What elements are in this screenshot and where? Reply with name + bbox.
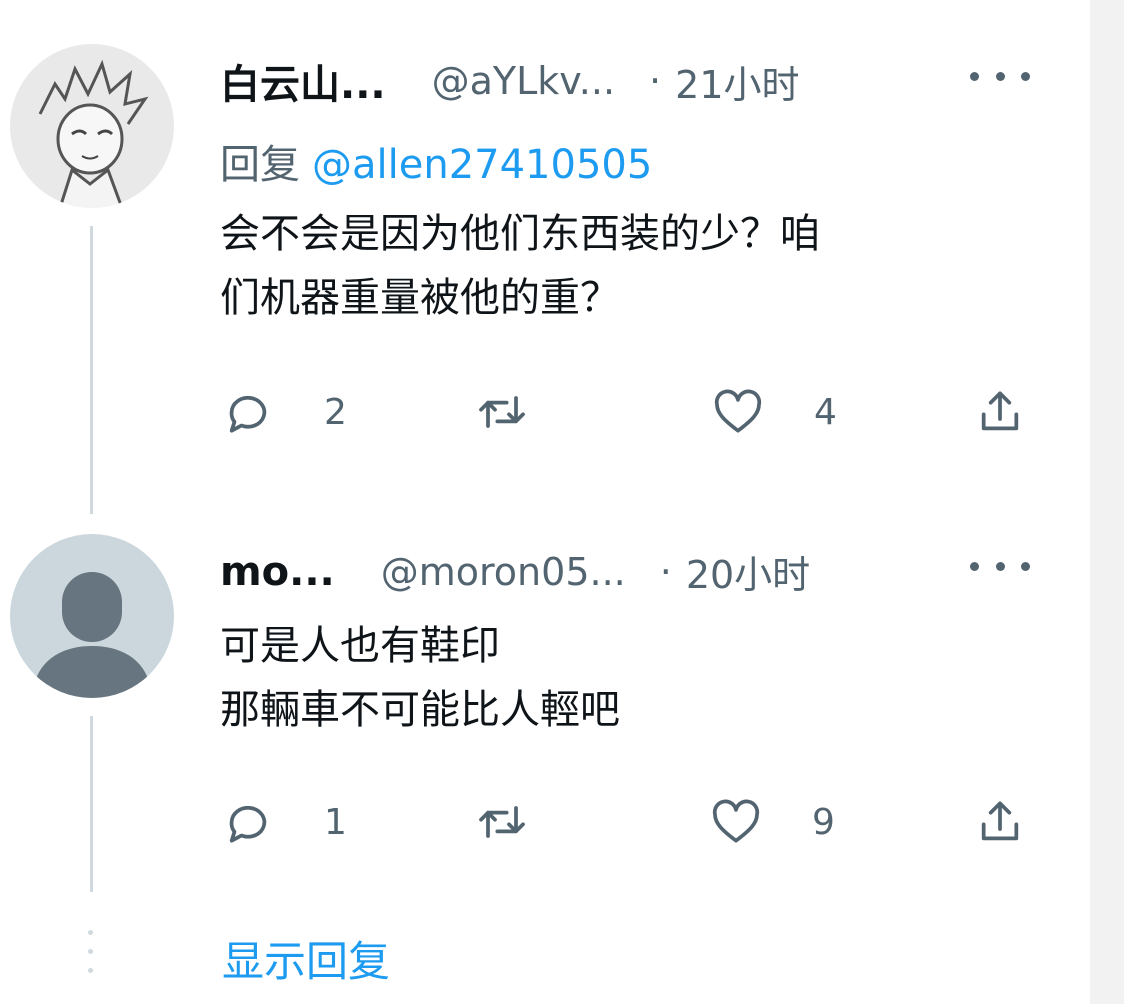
tweet-header: mo... @moron05... · 20小时 [220,544,810,599]
mention-link[interactable]: @allen27410505 [312,142,652,188]
action-bar: 2 4 [220,382,1040,442]
avatar[interactable] [10,44,174,208]
tweet[interactable]: mo... @moron05... · 20小时 可是人也有鞋印 那輛車不可能比… [0,520,1090,900]
separator-dot: · [659,549,672,594]
like-count: 9 [812,801,835,843]
scrollbar[interactable] [1090,0,1124,1004]
heart-icon [714,389,762,433]
replying-to: 回复 @allen27410505 [220,132,652,190]
action-bar: 1 9 [220,792,1040,852]
reply-button[interactable]: 2 [220,382,347,442]
thread-line [90,716,93,892]
share-button[interactable] [972,792,1028,852]
separator-dot: · [649,59,662,103]
tweet-text: 会不会是因为他们东西装的少？咱 们机器重量被他的重？ [220,202,820,330]
sketch-character-avatar-icon [10,44,174,208]
share-icon [981,801,1019,841]
share-icon [981,391,1019,431]
retweet-button[interactable] [474,792,530,852]
user-handle[interactable]: @moron05... [381,550,626,594]
display-name[interactable]: mo... [220,549,335,595]
more-icon[interactable] [970,556,1030,576]
reply-count: 1 [324,801,347,843]
retweet-icon [479,396,525,428]
heart-icon [712,799,760,843]
tweet-text-line: 们机器重量被他的重？ [220,275,620,321]
tweet-text-line: 会不会是因为他们东西装的少？咱 [220,211,820,257]
thread-line [90,226,93,514]
display-name[interactable]: 白云山... [220,52,386,110]
like-button[interactable]: 9 [708,792,835,852]
share-button[interactable] [972,382,1028,442]
retweet-icon [479,806,525,838]
tweet-header: 白云山... @aYLkv... · 21小时 [220,52,800,110]
tweet-text-line: 可是人也有鞋印 [220,623,500,669]
reply-icon [229,805,267,843]
reply-count: 2 [324,391,347,433]
tweet-text: 可是人也有鞋印 那輛車不可能比人輕吧 [220,614,620,742]
reply-button[interactable]: 1 [220,792,347,852]
more-icon[interactable] [970,66,1030,86]
like-count: 4 [814,391,837,433]
reply-label: 回复 [220,142,300,188]
show-replies-link[interactable]: 显示回复 [222,928,390,989]
retweet-button[interactable] [474,382,530,442]
avatar[interactable] [10,534,174,698]
default-profile-avatar-icon [10,534,174,698]
thread-continuation-dots [88,930,94,987]
reply-icon [229,395,267,433]
tweet-text-line: 那輛車不可能比人輕吧 [220,687,620,733]
timestamp[interactable]: 21小时 [675,54,799,109]
like-button[interactable]: 4 [710,382,837,442]
timestamp[interactable]: 20小时 [686,544,810,599]
tweet[interactable]: 白云山... @aYLkv... · 21小时 回复 @allen27410505… [0,0,1090,520]
user-handle[interactable]: @aYLkv... [432,59,615,103]
